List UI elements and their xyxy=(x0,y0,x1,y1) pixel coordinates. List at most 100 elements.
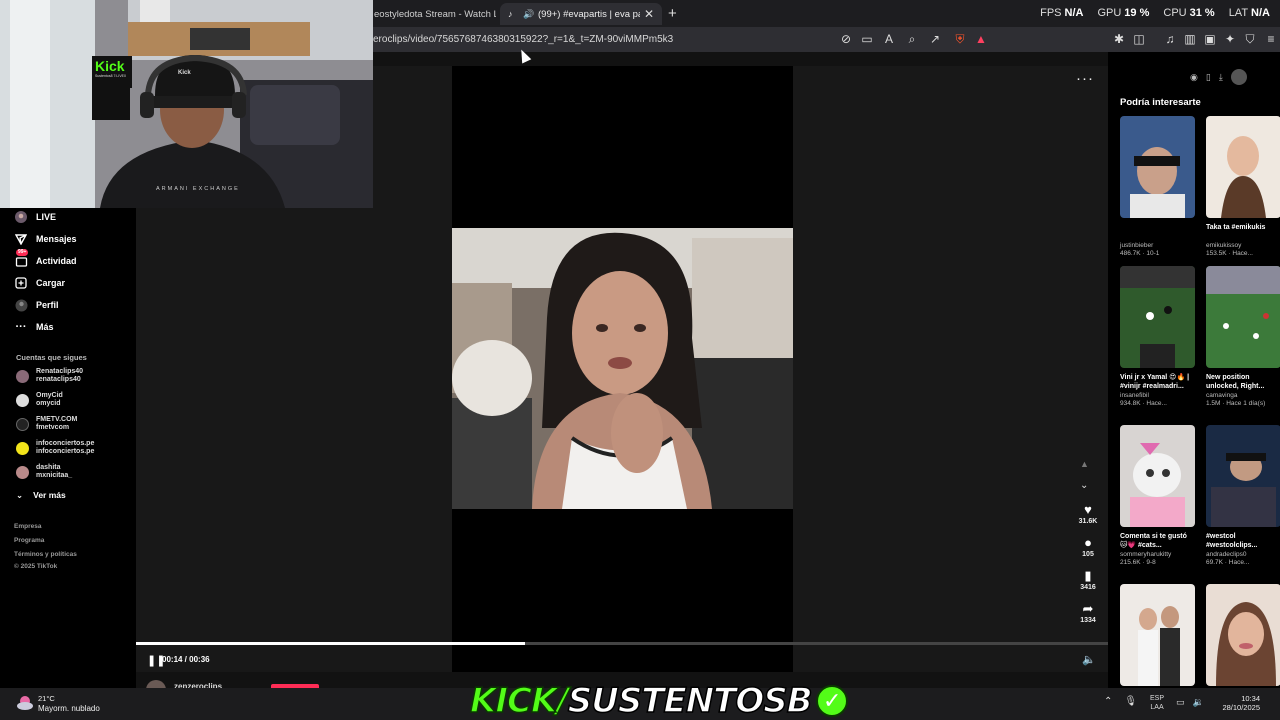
following-account[interactable]: FMETV.COM fmetvcom xyxy=(16,416,77,432)
fps-readout: FPS N/A xyxy=(1040,7,1084,19)
video-player[interactable] xyxy=(452,228,793,509)
verified-check-icon: ✓ xyxy=(815,685,848,717)
network-icon[interactable]: ▭ xyxy=(1176,697,1185,708)
recommended-video[interactable]: New position unlocked, Right... camaving… xyxy=(1206,266,1280,408)
recommended-video[interactable]: Taka ta #emikukis emikukissoy 153.5K · H… xyxy=(1206,116,1280,258)
nav-live[interactable]: LIVE xyxy=(14,210,56,224)
video-thumbnail xyxy=(1120,425,1195,527)
recommended-video[interactable] xyxy=(1120,584,1195,688)
language-indicator[interactable]: ESP LAA xyxy=(1150,694,1164,712)
sidebar-icon[interactable]: ▥ xyxy=(1182,32,1198,46)
recommended-video[interactable]: justinbieber 486.7K · 10-1 xyxy=(1120,116,1195,258)
lat-readout: LAT N/A xyxy=(1228,7,1270,19)
tab-title: eostyledota Stream - Watch Live xyxy=(374,8,496,20)
vpn-icon[interactable]: ⛉ xyxy=(1242,32,1258,47)
recommendations-sidebar: ◉ ▯ ⤓ Podría interesarte justinbieber 48… xyxy=(1108,52,1280,688)
tracking-icon[interactable]: ⊘ xyxy=(838,32,854,46)
like-button[interactable]: ♥ 31.6K xyxy=(1068,502,1108,525)
previous-video-icon[interactable]: ▲ xyxy=(1080,459,1089,469)
url-field[interactable]: eroclips/video/7565768746380315922?_r=1&… xyxy=(373,34,673,45)
close-tab-icon[interactable]: ✕ xyxy=(644,7,654,21)
speaker-icon[interactable]: 🔉 xyxy=(1193,697,1204,708)
footer-link[interactable]: Programa xyxy=(14,537,44,544)
screenshot-icon[interactable]: ◫ xyxy=(1131,32,1147,46)
ai-icon[interactable]: ✦ xyxy=(1222,32,1238,46)
cast-icon[interactable]: ▭ xyxy=(859,32,875,46)
settings-icon[interactable]: ◉ xyxy=(1190,72,1198,83)
recommended-video[interactable]: #westcol #westcolclips... andradeclips0 … xyxy=(1206,425,1280,567)
new-tab-button[interactable]: + xyxy=(668,5,677,22)
system-tray: ⌃ 🎙 xyxy=(1104,696,1137,707)
shirt-text: ARMANI EXCHANGE xyxy=(156,186,240,192)
cap-logo: Kick xyxy=(178,70,191,76)
recommended-video[interactable]: Vini jr x Yamal 😍🔥 | #vinijr #realmadri.… xyxy=(1120,266,1195,408)
gpu-readout: GPU 19 % xyxy=(1097,7,1150,19)
inbox-icon: 99+ xyxy=(14,249,29,268)
comment-icon: ● xyxy=(1084,535,1092,550)
following-account[interactable]: dashita mxnicitaa_ xyxy=(16,464,72,480)
rewards-icon[interactable]: ▲ xyxy=(973,32,989,46)
share-button[interactable]: ➦ 1334 xyxy=(1068,601,1108,624)
footer-link[interactable]: Empresa xyxy=(14,523,41,530)
weather-icon[interactable] xyxy=(16,693,34,711)
following-account[interactable]: Renataclips40 renataclips40 xyxy=(16,368,83,384)
chevron-down-icon: ⌄ xyxy=(16,490,24,500)
avatar xyxy=(16,465,29,479)
like-count: 31.6K xyxy=(1078,518,1098,525)
chevron-up-icon[interactable]: ⌃ xyxy=(1104,696,1112,707)
streamer-webcam: Kick ARMANI EXCHANGE Kick Sustentos8 7:L… xyxy=(0,0,373,208)
volume-icon[interactable]: 🔈 xyxy=(1082,653,1096,666)
share-count: 1334 xyxy=(1080,617,1096,624)
sidebar-title: Podría interesarte xyxy=(1120,97,1201,108)
tab-tiktok-active[interactable]: ♪ 🔊 (99+) #evapartis | eva partis e ✕ xyxy=(500,3,662,25)
nav-activity[interactable]: 99+ Actividad xyxy=(14,249,77,268)
kick-banner-prefix: KICK/ xyxy=(469,680,569,720)
footer-link[interactable]: Términos y políticas xyxy=(14,551,77,558)
extensions-icon[interactable]: ✱ xyxy=(1111,32,1127,46)
music-icon[interactable]: ♫ xyxy=(1162,32,1178,46)
wallet-icon[interactable]: ▣ xyxy=(1202,32,1218,46)
recommended-video[interactable] xyxy=(1206,584,1280,688)
download-icon[interactable]: ⤓ xyxy=(1219,72,1223,83)
video-thumbnail xyxy=(1120,266,1195,368)
translate-icon[interactable]: A xyxy=(881,32,897,46)
bookmark-icon: ▮ xyxy=(1084,568,1092,583)
copyright: © 2025 TikTok xyxy=(14,563,58,570)
zoom-icon[interactable]: ⌕ xyxy=(904,32,920,47)
clock[interactable]: 10:34 28/10/2025 xyxy=(1212,694,1260,712)
comment-button[interactable]: ● 105 xyxy=(1068,535,1108,558)
device-icon[interactable]: ▯ xyxy=(1206,72,1211,83)
see-more-button[interactable]: ⌄ Ver más xyxy=(16,490,66,501)
brave-shield-icon[interactable]: ⛨ xyxy=(952,32,968,47)
nav-more[interactable]: ··· Más xyxy=(14,320,54,334)
share-arrow-icon: ➦ xyxy=(1082,601,1094,616)
more-options-icon[interactable]: ··· xyxy=(1076,70,1094,87)
more-icon: ··· xyxy=(15,321,27,333)
nav-profile[interactable]: Perfil xyxy=(14,298,59,312)
recommended-video[interactable]: Comenta si te gustó 🐱💗 #cats... sommeryh… xyxy=(1120,425,1195,567)
avatar[interactable] xyxy=(1230,69,1247,85)
weather-description: Mayorm. nublado xyxy=(38,704,100,713)
video-thumbnail xyxy=(1206,425,1280,527)
microphone-icon[interactable]: 🎙 xyxy=(1124,696,1137,707)
following-account[interactable]: infoconciertos.pe infoconciertos.pe xyxy=(16,440,94,456)
nav-messages[interactable]: Mensajes xyxy=(14,232,77,246)
next-video-icon[interactable]: ⌄ xyxy=(1080,480,1088,491)
menu-icon[interactable]: ≡ xyxy=(1263,32,1279,46)
sidebar-toolbar: ◉ ▯ ⤓ xyxy=(1190,68,1280,86)
weather-temperature: 21°C xyxy=(38,694,55,703)
kick-banner-handle: SUSTENTOSB xyxy=(567,680,813,720)
video-progress-bar[interactable] xyxy=(136,642,1108,645)
save-button[interactable]: ▮ 3416 xyxy=(1068,568,1108,591)
progress-fill xyxy=(136,642,525,645)
video-thumbnail xyxy=(1206,266,1280,368)
avatar xyxy=(16,441,29,455)
audio-playing-icon[interactable]: 🔊 xyxy=(523,9,534,19)
tiktok-icon: ♪ xyxy=(508,9,513,19)
following-account[interactable]: OmyCid omycid xyxy=(16,392,63,408)
avatar xyxy=(16,393,29,407)
tab-stream[interactable]: eostyledota Stream - Watch Live xyxy=(372,3,496,25)
nav-upload[interactable]: Cargar xyxy=(14,276,65,290)
avatar xyxy=(16,417,29,431)
share-icon[interactable]: ↗ xyxy=(927,32,943,46)
